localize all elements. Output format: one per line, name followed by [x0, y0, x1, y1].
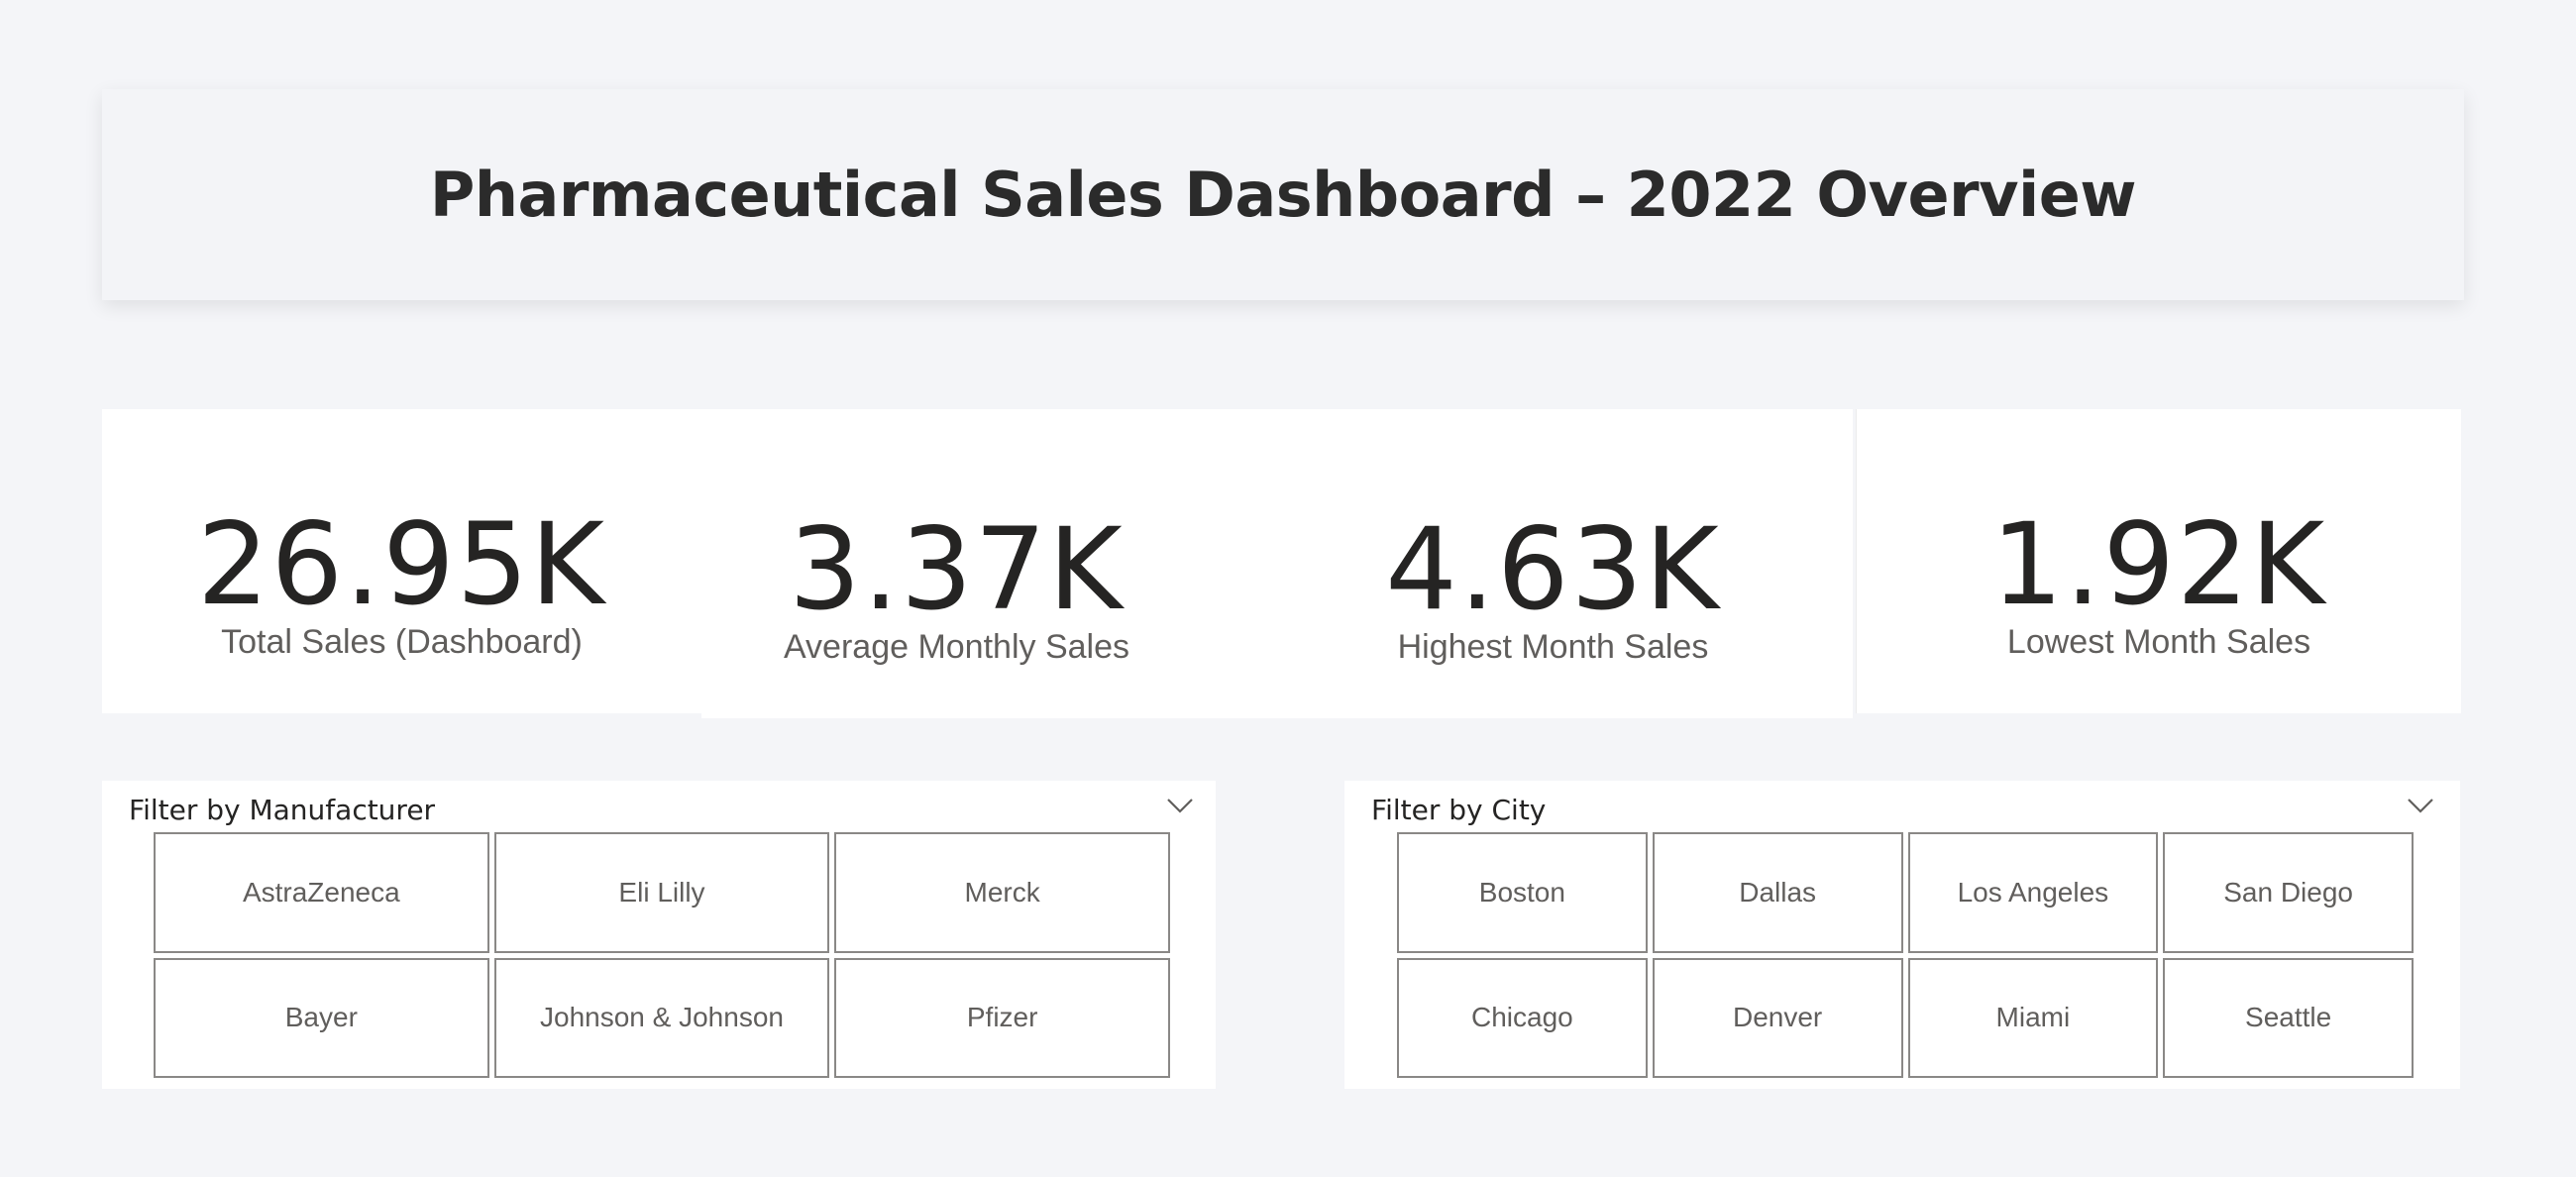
city-option-miami[interactable]: Miami	[1907, 957, 2159, 1078]
city-slicer: Filter by City Boston Dallas Los Angeles…	[1344, 781, 2460, 1089]
city-options: Boston Dallas Los Angeles San Diego Chic…	[1397, 832, 2414, 1078]
kpi-label: Average Monthly Sales	[783, 628, 1129, 666]
kpi-value: 4.63K	[1385, 503, 1721, 635]
city-option-seattle[interactable]: Seattle	[2163, 957, 2414, 1078]
kpi-label: Lowest Month Sales	[2006, 623, 2311, 661]
chevron-down-icon[interactable]	[1165, 795, 1195, 816]
kpi-label: Highest Month Sales	[1397, 628, 1709, 666]
manufacturer-option-merck[interactable]: Merck	[834, 832, 1170, 953]
kpi-card-total-sales: 26.95K Total Sales (Dashboard)	[102, 409, 701, 713]
city-option-boston[interactable]: Boston	[1397, 832, 1648, 953]
page-title: Pharmaceutical Sales Dashboard – 2022 Ov…	[429, 159, 2137, 231]
city-option-chicago[interactable]: Chicago	[1397, 957, 1648, 1078]
manufacturer-option-johnson-johnson[interactable]: Johnson & Johnson	[493, 957, 830, 1078]
kpi-label: Total Sales (Dashboard)	[221, 623, 583, 661]
manufacturer-option-astrazeneca[interactable]: AstraZeneca	[154, 832, 489, 953]
kpi-value: 26.95K	[196, 498, 607, 630]
manufacturer-option-eli-lilly[interactable]: Eli Lilly	[493, 832, 830, 953]
manufacturer-options: AstraZeneca Eli Lilly Merck Bayer Johnso…	[154, 832, 1170, 1078]
city-option-san-diego[interactable]: San Diego	[2163, 832, 2414, 953]
title-card: Pharmaceutical Sales Dashboard – 2022 Ov…	[102, 89, 2464, 300]
kpi-value: 3.37K	[789, 503, 1125, 635]
manufacturer-option-bayer[interactable]: Bayer	[154, 957, 489, 1078]
kpi-card-average-monthly: 3.37K Average Monthly Sales	[654, 409, 1259, 718]
city-option-denver[interactable]: Denver	[1652, 957, 1903, 1078]
city-option-dallas[interactable]: Dallas	[1652, 832, 1903, 953]
kpi-value: 1.92K	[1990, 498, 2327, 630]
chevron-down-icon[interactable]	[2406, 795, 2435, 816]
slicer-title: Filter by Manufacturer	[129, 794, 436, 826]
manufacturer-option-pfizer[interactable]: Pfizer	[834, 957, 1170, 1078]
city-option-los-angeles[interactable]: Los Angeles	[1907, 832, 2159, 953]
kpi-card-lowest-month: 1.92K Lowest Month Sales	[1856, 409, 2461, 713]
manufacturer-slicer: Filter by Manufacturer AstraZeneca Eli L…	[102, 781, 1216, 1089]
slicer-title: Filter by City	[1371, 794, 1547, 826]
kpi-card-highest-month: 4.63K Highest Month Sales	[1253, 409, 1853, 718]
